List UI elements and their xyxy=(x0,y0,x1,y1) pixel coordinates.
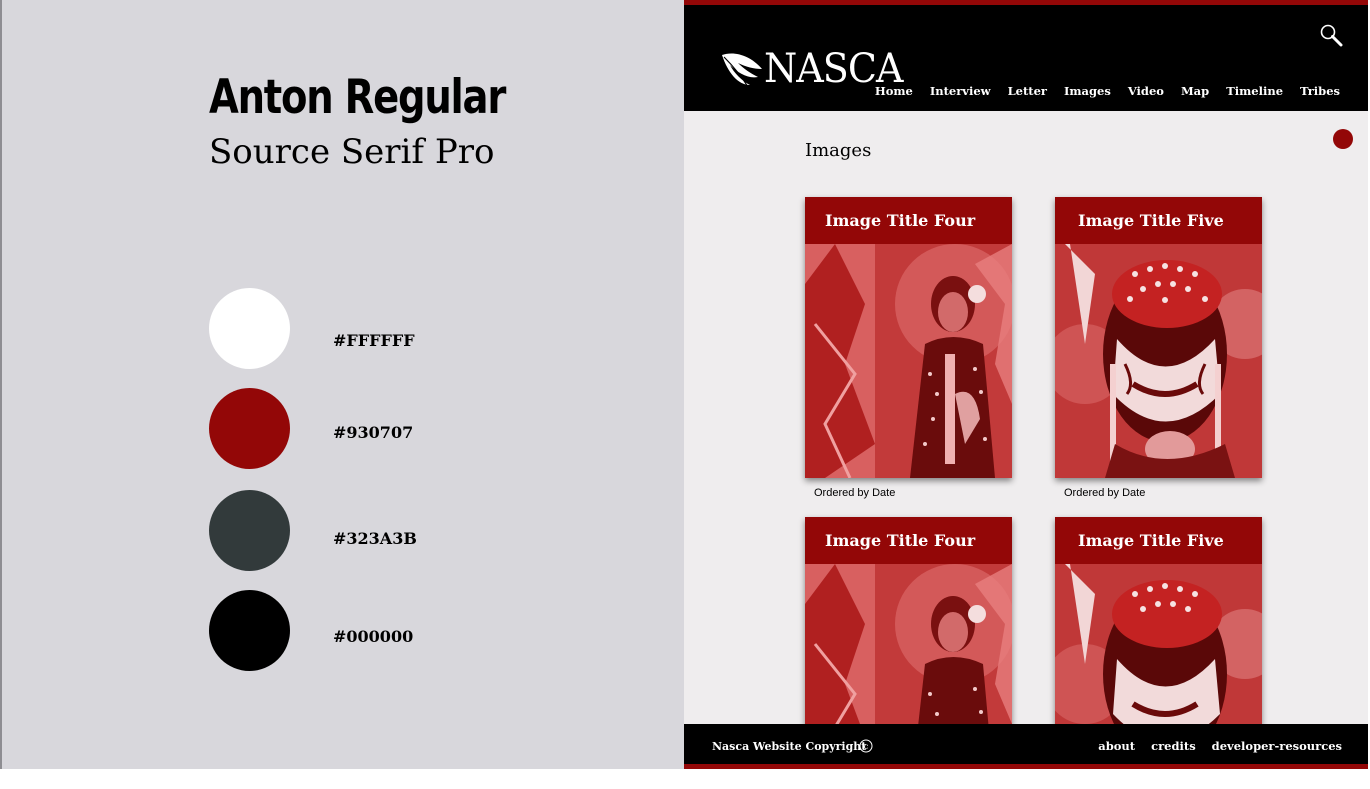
footer-link-about[interactable]: about xyxy=(1098,739,1135,753)
site-footer: Nasca Website Copyright c about credits … xyxy=(684,724,1368,769)
footer-link-credits[interactable]: credits xyxy=(1151,739,1196,753)
card-title: Image Title Four xyxy=(825,531,976,550)
color-swatch-red xyxy=(209,388,290,469)
copyright-icon: c xyxy=(859,739,873,753)
swatch-label-charcoal: #323A3B xyxy=(333,529,417,548)
nav-item-timeline[interactable]: Timeline xyxy=(1226,84,1283,98)
swatch-label-black: #000000 xyxy=(333,627,414,646)
main-nav: Home Interview Letter Images Video Map T… xyxy=(858,84,1340,98)
search-icon[interactable] xyxy=(1319,23,1343,47)
painted-face-man-photo xyxy=(1055,244,1262,478)
style-guide-panel: Anton Regular Source Serif Pro #FFFFFF #… xyxy=(0,0,684,769)
card-caption: Ordered by Date xyxy=(1064,487,1146,499)
swatch-label-red: #930707 xyxy=(333,423,414,442)
svg-text:c: c xyxy=(864,742,869,751)
image-card[interactable]: Image Title Five xyxy=(1055,197,1262,478)
swatch-label-white: #FFFFFF xyxy=(333,331,415,350)
nav-item-tribes[interactable]: Tribes xyxy=(1300,84,1340,98)
color-swatch-charcoal xyxy=(209,490,290,571)
site-logo[interactable]: NASCA xyxy=(720,49,910,89)
status-dot xyxy=(1333,129,1353,149)
nav-item-video[interactable]: Video xyxy=(1128,84,1164,98)
logo-text: NASCA xyxy=(764,46,903,92)
color-swatch-white xyxy=(209,288,290,369)
footer-link-developer-resources[interactable]: developer-resources xyxy=(1212,739,1342,753)
girl-in-regalia-photo xyxy=(805,244,1012,478)
image-card[interactable]: Image Title Four xyxy=(805,197,1012,478)
color-swatch-black xyxy=(209,590,290,671)
site-header: NASCA Home Interview Letter Images Video… xyxy=(684,0,1368,111)
nav-item-home[interactable]: Home xyxy=(875,84,913,98)
card-caption: Ordered by Date xyxy=(814,487,896,499)
card-title: Image Title Four xyxy=(825,211,976,230)
card-title: Image Title Five xyxy=(1078,531,1224,550)
card-title: Image Title Five xyxy=(1078,211,1224,230)
page-title: Images xyxy=(805,140,872,161)
nav-item-letter[interactable]: Letter xyxy=(1008,84,1047,98)
nav-item-images[interactable]: Images xyxy=(1064,84,1111,98)
footer-links: about credits developer-resources xyxy=(1082,739,1342,753)
feather-quill-icon xyxy=(722,53,762,88)
website-mockup: NASCA Home Interview Letter Images Video… xyxy=(684,0,1368,769)
copyright-text: Nasca Website Copyright xyxy=(712,740,867,753)
body-font-sample: Source Serif Pro xyxy=(209,132,495,172)
heading-font-sample: Anton Regular xyxy=(209,70,506,125)
nav-item-interview[interactable]: Interview xyxy=(930,84,991,98)
nav-item-map[interactable]: Map xyxy=(1181,84,1209,98)
